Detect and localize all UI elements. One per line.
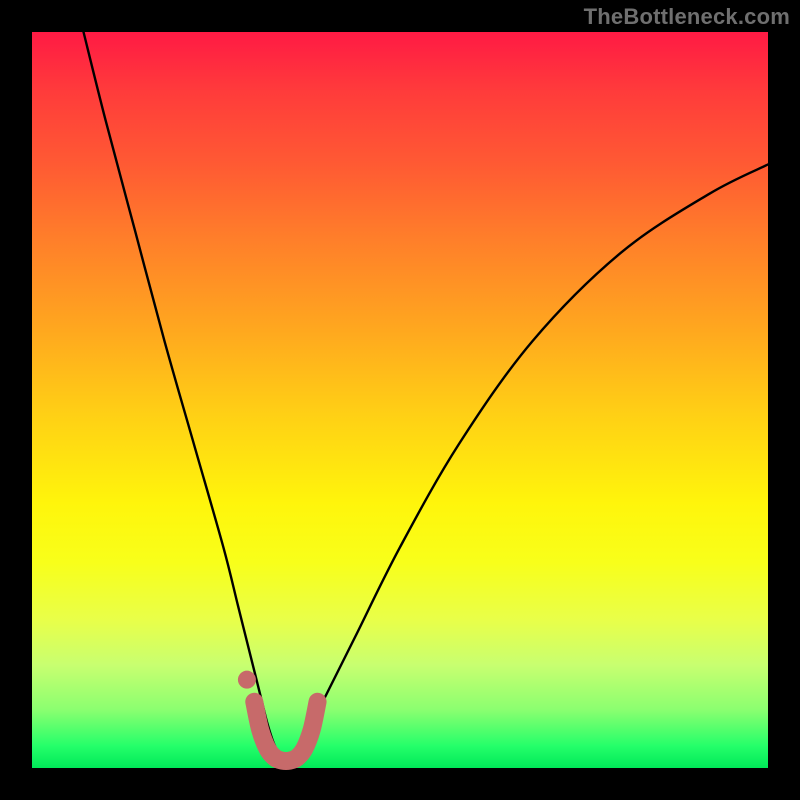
chart-svg [32, 32, 768, 768]
valley-marker [254, 702, 317, 761]
plot-area [32, 32, 768, 768]
bottleneck-curve [84, 32, 768, 761]
valley-dot [238, 671, 256, 689]
watermark-text: TheBottleneck.com [584, 4, 790, 30]
chart-frame: TheBottleneck.com [0, 0, 800, 800]
